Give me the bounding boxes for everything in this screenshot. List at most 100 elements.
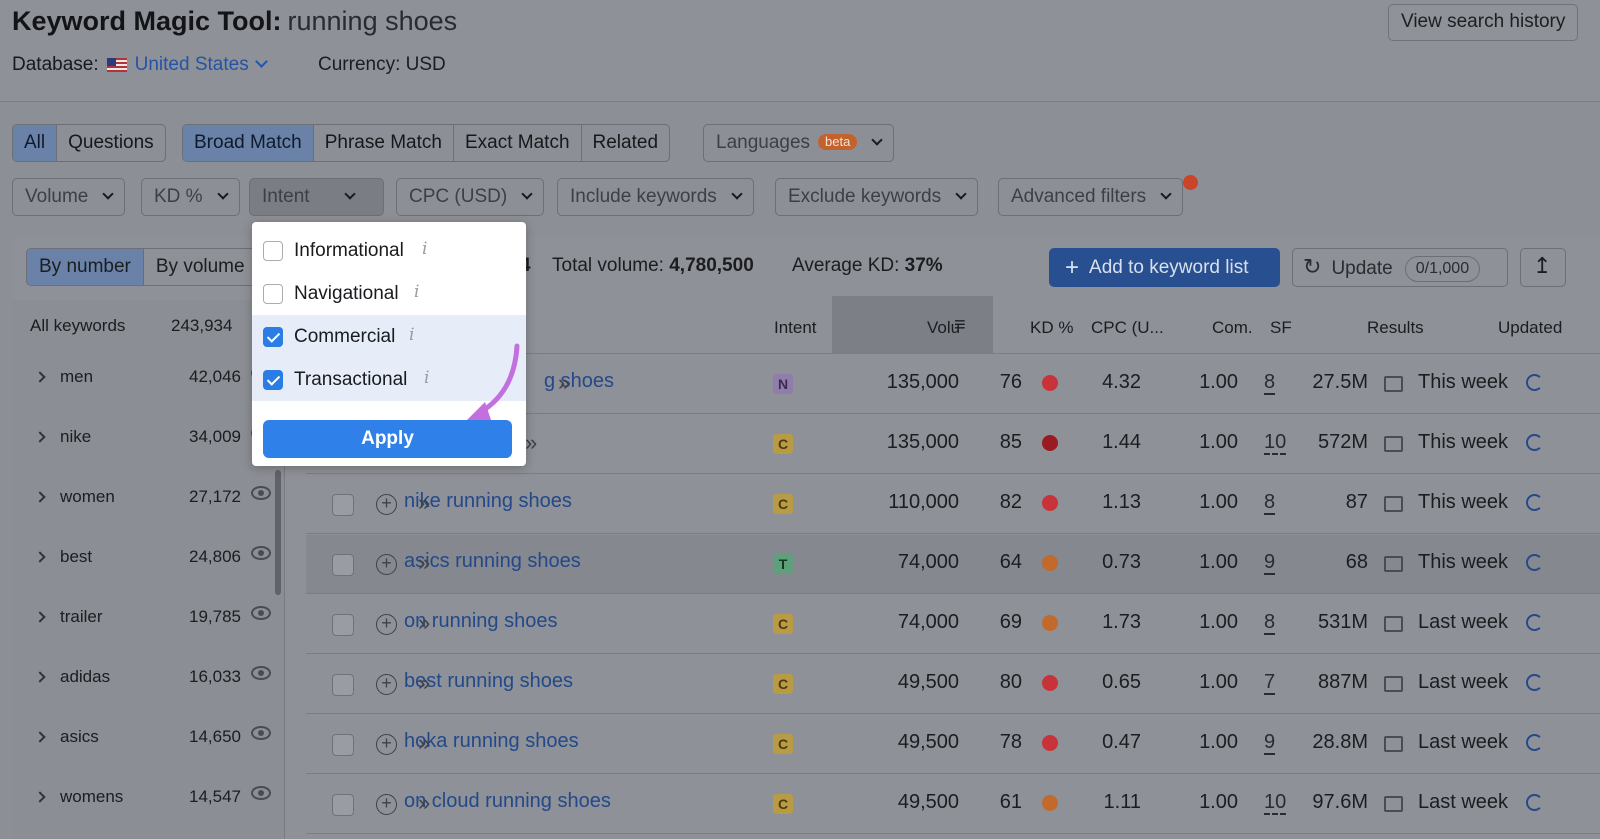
col-kd[interactable]: KD % <box>1030 318 1073 338</box>
row-checkbox[interactable] <box>332 554 354 576</box>
advanced-filters[interactable]: Advanced filters <box>998 178 1184 216</box>
info-icon[interactable]: i <box>409 325 414 345</box>
keyword-group-row[interactable]: men 42,046 <box>12 353 285 411</box>
info-icon[interactable]: i <box>422 239 427 259</box>
row-checkbox[interactable] <box>332 494 354 516</box>
sf-cell[interactable]: 8 <box>1264 371 1275 394</box>
cpc-filter[interactable]: CPC (USD) <box>396 178 545 216</box>
table-row[interactable]: + best running shoes» C 49,500 80 0.65 1… <box>306 655 1600 714</box>
add-plus-icon[interactable]: + <box>376 734 397 755</box>
serp-icon[interactable] <box>1384 616 1403 632</box>
include-keywords-filter[interactable]: Include keywords <box>557 178 754 216</box>
intent-filter[interactable]: Intent <box>249 178 384 216</box>
table-row[interactable]: + nike running shoes» NC 110,000 82 1.13… <box>306 475 1600 534</box>
sf-cell[interactable]: 10 <box>1264 791 1286 814</box>
volume-filter[interactable]: Volume <box>12 178 126 216</box>
table-row[interactable]: + hoka running shoes» NC 49,500 78 0.47 … <box>306 715 1600 774</box>
chevron-right-icon[interactable] <box>34 371 46 383</box>
keyword-group-row[interactable]: best 24,806 <box>12 533 285 591</box>
table-row[interactable]: + on running shoes» NC 74,000 69 1.73 1.… <box>306 595 1600 654</box>
double-chevron-icon[interactable]: » <box>418 490 430 516</box>
eye-icon[interactable] <box>251 726 271 740</box>
sf-cell[interactable]: 9 <box>1264 731 1275 754</box>
option-checkbox[interactable] <box>263 327 283 347</box>
add-plus-icon[interactable]: + <box>376 794 397 815</box>
col-sf[interactable]: SF <box>1270 318 1292 338</box>
refresh-icon[interactable] <box>1526 554 1543 571</box>
tab-related[interactable]: Related <box>582 125 669 161</box>
row-checkbox[interactable] <box>332 614 354 636</box>
tab-all[interactable]: All <box>13 125 58 161</box>
tab-broad-match[interactable]: Broad Match <box>183 125 314 161</box>
eye-icon[interactable] <box>251 606 271 620</box>
double-chevron-icon[interactable]: » <box>525 430 537 456</box>
info-icon[interactable]: i <box>424 368 429 388</box>
sf-cell[interactable]: 9 <box>1264 551 1275 574</box>
keyword-group-row[interactable]: womens 14,547 <box>12 773 285 831</box>
chevron-right-icon[interactable] <box>34 611 46 623</box>
keyword-group-row[interactable]: trailer 19,785 <box>12 593 285 651</box>
kd-filter[interactable]: KD % <box>141 178 240 216</box>
double-chevron-icon[interactable]: » <box>418 790 430 816</box>
chevron-right-icon[interactable] <box>34 731 46 743</box>
eye-icon[interactable] <box>251 546 271 560</box>
sf-cell[interactable]: 8 <box>1264 491 1275 514</box>
option-checkbox[interactable] <box>263 370 283 390</box>
keyword-group-row[interactable]: nike 34,009 <box>12 413 285 471</box>
row-checkbox[interactable] <box>332 674 354 696</box>
sf-cell[interactable]: 10 <box>1264 431 1286 454</box>
chevron-right-icon[interactable] <box>34 791 46 803</box>
serp-icon[interactable] <box>1384 556 1403 572</box>
intent-option[interactable]: Informational i <box>252 229 526 272</box>
serp-icon[interactable] <box>1384 676 1403 692</box>
keyword-group-row[interactable]: women 27,172 <box>12 473 285 531</box>
eye-icon[interactable] <box>251 666 271 680</box>
add-plus-icon[interactable]: + <box>376 554 397 575</box>
double-chevron-icon[interactable]: » <box>418 730 430 756</box>
serp-icon[interactable] <box>1384 796 1403 812</box>
sf-cell[interactable]: 7 <box>1264 671 1275 694</box>
serp-icon[interactable] <box>1384 376 1403 392</box>
refresh-icon[interactable] <box>1526 614 1543 631</box>
sort-icon[interactable]: ≡ <box>954 314 966 337</box>
option-checkbox[interactable] <box>263 241 283 261</box>
chevron-right-icon[interactable] <box>34 671 46 683</box>
table-row[interactable]: + on cloud running shoes» C 49,500 61 1.… <box>306 775 1600 834</box>
double-chevron-icon[interactable]: » <box>558 370 570 396</box>
eye-icon[interactable] <box>251 486 271 500</box>
exclude-keywords-filter[interactable]: Exclude keywords <box>775 178 979 216</box>
col-intent[interactable]: Intent <box>774 318 817 338</box>
serp-icon[interactable] <box>1384 496 1403 512</box>
refresh-icon[interactable] <box>1526 434 1543 451</box>
col-com[interactable]: Com. <box>1212 318 1253 338</box>
chevron-right-icon[interactable] <box>34 431 46 443</box>
chevron-right-icon[interactable] <box>34 491 46 503</box>
refresh-icon[interactable] <box>1526 734 1543 751</box>
table-row[interactable]: + asics running shoes» NT 74,000 64 0.73… <box>306 535 1600 594</box>
double-chevron-icon[interactable]: » <box>418 670 430 696</box>
serp-icon[interactable] <box>1384 736 1403 752</box>
view-search-history-button[interactable]: View search history <box>1388 4 1579 41</box>
col-updated[interactable]: Updated <box>1498 318 1562 338</box>
info-icon[interactable]: i <box>414 282 419 302</box>
double-chevron-icon[interactable]: » <box>418 610 430 636</box>
keyword-group-row[interactable]: adidas 16,033 <box>12 653 285 711</box>
add-plus-icon[interactable]: + <box>376 614 397 635</box>
scrollbar[interactable] <box>275 470 281 595</box>
option-checkbox[interactable] <box>263 284 283 304</box>
add-to-keyword-list-button[interactable]: + Add to keyword list <box>1049 248 1280 287</box>
refresh-icon[interactable] <box>1526 374 1543 391</box>
add-plus-icon[interactable]: + <box>376 494 397 515</box>
tab-phrase-match[interactable]: Phrase Match <box>314 125 454 161</box>
export-button[interactable]: ↥ <box>1520 248 1566 287</box>
eye-icon[interactable] <box>251 786 271 800</box>
update-button[interactable]: ↻ Update 0/1,000 <box>1292 248 1508 287</box>
sf-cell[interactable]: 8 <box>1264 611 1275 634</box>
keyword-group-row[interactable]: asics 14,650 <box>12 713 285 771</box>
database-dropdown[interactable]: United States <box>135 54 268 76</box>
by-number-button[interactable]: By number <box>27 249 144 285</box>
by-volume-button[interactable]: By volume <box>144 249 257 285</box>
refresh-icon[interactable] <box>1526 794 1543 811</box>
refresh-icon[interactable] <box>1526 494 1543 511</box>
row-checkbox[interactable] <box>332 734 354 756</box>
